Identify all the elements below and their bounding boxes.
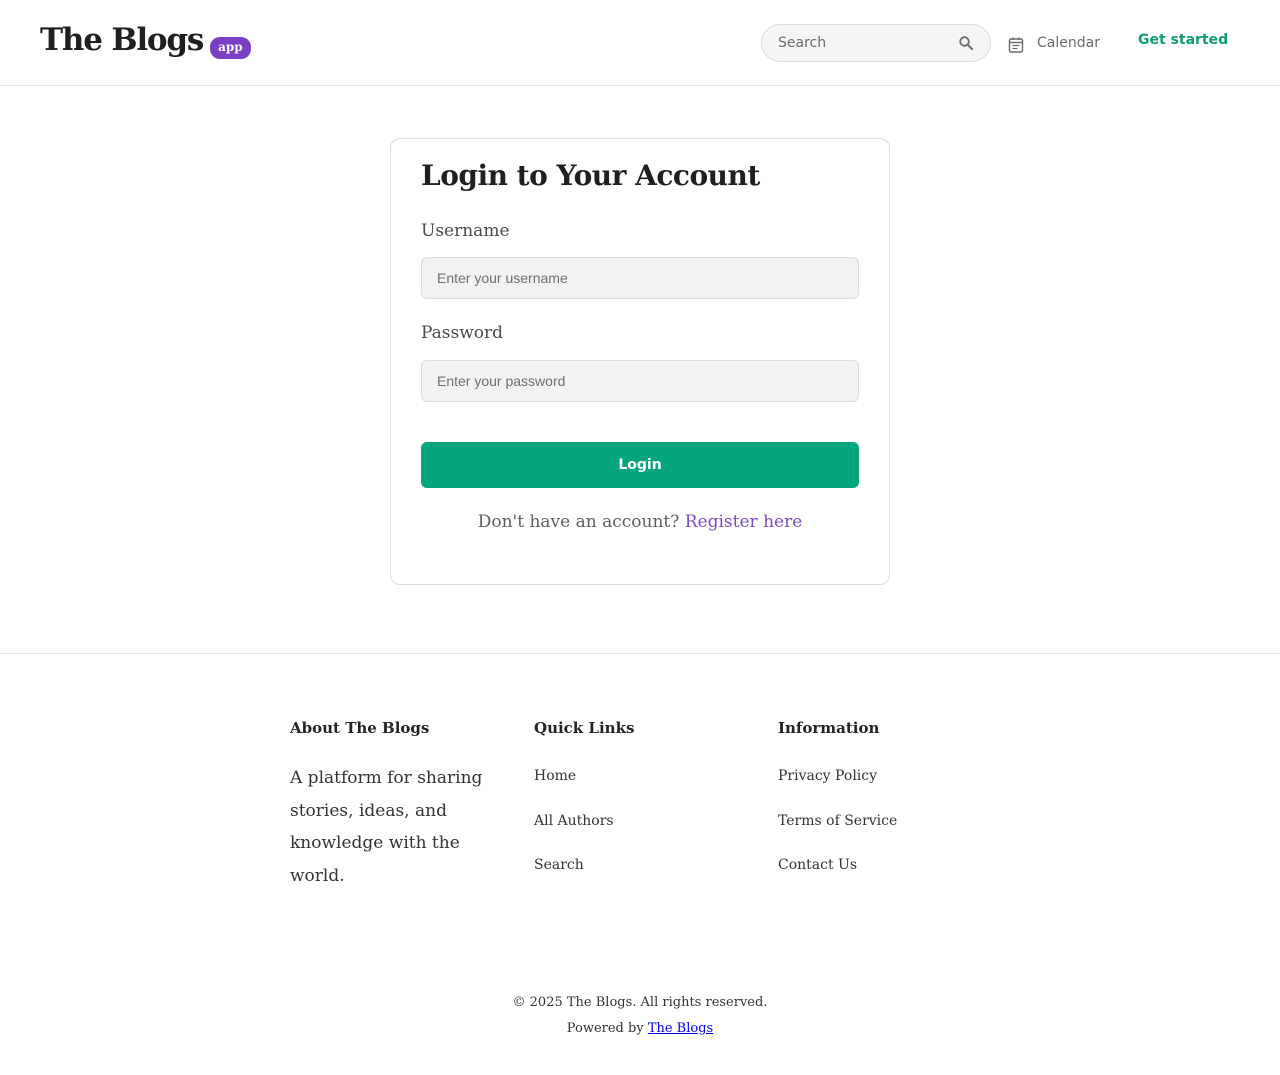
footer-divider (0, 653, 1280, 654)
footer-quick-links-column: Quick Links Home All Authors Search (534, 718, 734, 899)
footer-quick-links-heading: Quick Links (534, 719, 635, 737)
footer-link-all-authors[interactable]: All Authors (534, 813, 614, 829)
get-started-link[interactable]: Get started (1138, 32, 1228, 48)
footer-link-search[interactable]: Search (534, 857, 584, 873)
footer-link-terms-of-service[interactable]: Terms of Service (778, 813, 897, 829)
login-card: Login to Your Account Username Password … (390, 138, 890, 585)
footer-information-list: Privacy Policy Terms of Service Contact … (778, 765, 978, 899)
powered-by-link[interactable]: The Blogs (648, 1021, 713, 1036)
calendar-icon (1008, 37, 1024, 53)
footer-link-home[interactable]: Home (534, 768, 576, 784)
search-icon[interactable] (958, 35, 974, 51)
logo-text: The Blogs (40, 22, 204, 58)
username-input[interactable] (421, 257, 859, 299)
powered-by-prefix: Powered by (566, 1021, 644, 1036)
footer-about-text: A platform for sharing stories, ideas, a… (290, 768, 483, 886)
search-box (761, 24, 991, 62)
username-label: Username (421, 221, 510, 241)
footer-link-privacy-policy[interactable]: Privacy Policy (778, 768, 877, 784)
search-input[interactable] (778, 25, 948, 61)
list-item: All Authors (534, 810, 734, 855)
footer-about-column: About The Blogs A platform for sharing s… (290, 718, 490, 892)
footer-quick-links-list: Home All Authors Search (534, 765, 734, 899)
footer-about-heading: About The Blogs (290, 719, 430, 737)
password-label: Password (421, 323, 504, 343)
list-item: Home (534, 765, 734, 810)
register-prompt-line: Don't have an account? Register here (391, 512, 889, 532)
list-item: Privacy Policy (778, 765, 978, 810)
calendar-link[interactable]: Calendar (1008, 32, 1100, 54)
site-logo[interactable]: The Blogs app (40, 20, 251, 60)
login-title: Login to Your Account (421, 159, 760, 192)
login-button[interactable]: Login (421, 442, 859, 488)
site-header: The Blogs app Calendar Get started (0, 0, 1280, 86)
calendar-label: Calendar (1037, 35, 1100, 51)
footer-information-column: Information Privacy Policy Terms of Serv… (778, 718, 978, 899)
list-item: Search (534, 854, 734, 899)
password-input[interactable] (421, 360, 859, 402)
register-prompt: Don't have an account? (477, 512, 680, 532)
register-link[interactable]: Register here (685, 512, 803, 532)
list-item: Contact Us (778, 854, 978, 899)
footer-information-heading: Information (778, 719, 880, 737)
copyright-text: © 2025 The Blogs. All rights reserved. (512, 995, 768, 1010)
footer-link-contact-us[interactable]: Contact Us (778, 857, 857, 873)
logo-badge: app (210, 37, 251, 59)
powered-by-line: Powered by The Blogs (0, 1021, 1280, 1036)
list-item: Terms of Service (778, 810, 978, 855)
